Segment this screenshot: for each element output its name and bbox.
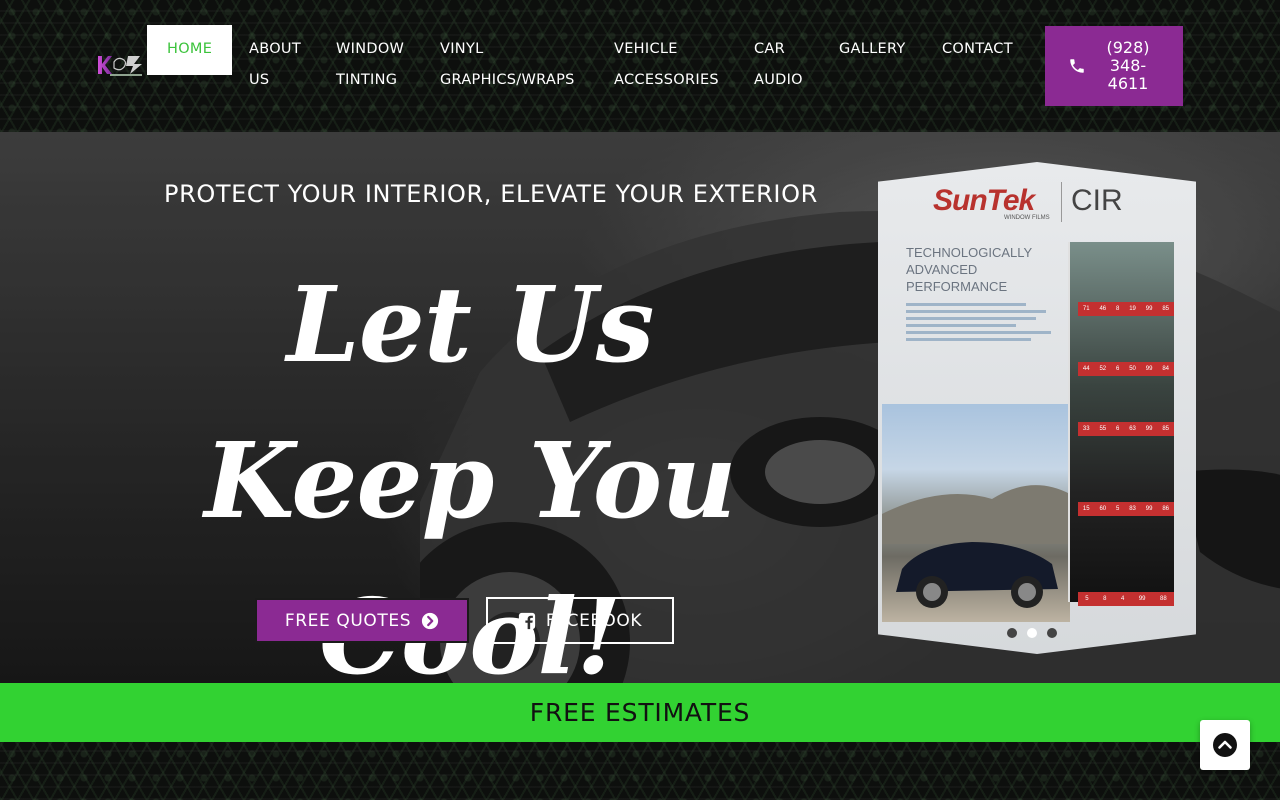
display-divider xyxy=(1061,182,1062,222)
nav-item-contact[interactable]: CONTACT xyxy=(942,25,1013,65)
display-tag: 33 55 6 63 99 85 xyxy=(1078,422,1174,436)
display-heading: TECHNOLOGICALLY ADVANCED PERFORMANCE xyxy=(906,245,1032,294)
display-photo xyxy=(882,404,1070,622)
phone-number: (928) 348-4611 xyxy=(1106,38,1150,93)
display-bullets xyxy=(906,300,1066,345)
display-tag: 15 60 5 83 99 86 xyxy=(1078,502,1174,516)
facebook-square-icon xyxy=(518,612,535,629)
nav-item-gallery[interactable]: GALLERY xyxy=(839,25,906,65)
slider-dots xyxy=(1007,628,1057,638)
facebook-button[interactable]: FACEBOOK xyxy=(486,597,674,644)
free-quotes-button[interactable]: FREE QUOTES xyxy=(255,598,469,643)
chevron-circle-right-icon xyxy=(421,612,439,629)
chevron-up-circle-icon xyxy=(1213,733,1237,757)
site-header: HOME ABOUT US WINDOW TINTING VINYL GRAPH… xyxy=(0,0,1280,132)
slider-dot-3[interactable] xyxy=(1047,628,1057,638)
free-estimates-banner[interactable]: FREE ESTIMATES xyxy=(0,683,1280,742)
nav-item-vehicle-accessories[interactable]: VEHICLE ACCESSORIES xyxy=(614,25,724,96)
free-quotes-label: FREE QUOTES xyxy=(284,610,412,631)
display-brand-sub: WINDOW FILMS xyxy=(1004,215,1050,221)
scroll-to-top-button[interactable] xyxy=(1200,720,1250,770)
phone-button[interactable]: (928) 348-4611 xyxy=(1045,26,1183,106)
nav-item-car-audio[interactable]: CAR AUDIO xyxy=(754,25,814,96)
display-tag: 44 52 6 50 99 84 xyxy=(1078,362,1174,376)
hero-section: PROTECT YOUR INTERIOR, ELEVATE YOUR EXTE… xyxy=(0,132,1280,683)
display-brand: SunTek xyxy=(933,184,1035,217)
display-tag: 5 8 4 99 88 xyxy=(1078,592,1174,606)
banner-label: FREE ESTIMATES xyxy=(529,698,751,727)
product-display-image: SunTek WINDOW FILMS CIR TECHNOLOGICALLY … xyxy=(878,162,1196,654)
nav-item-vinyl-graphics[interactable]: VINYL GRAPHICS/WRAPS xyxy=(440,25,590,96)
nav-item-home[interactable]: HOME xyxy=(147,25,233,75)
display-tag: 71 46 8 19 99 85 xyxy=(1078,302,1174,316)
facebook-label: FACEBOOK xyxy=(545,610,643,631)
hero-headline: Let Us Keep You Cool! xyxy=(204,263,737,683)
nav-item-about-us[interactable]: ABOUT US xyxy=(249,25,309,96)
slider-dot-2[interactable] xyxy=(1027,628,1037,638)
nav-item-window-tinting[interactable]: WINDOW TINTING xyxy=(336,25,416,96)
phone-icon xyxy=(1068,57,1086,75)
logo-graphic xyxy=(98,56,142,76)
hero-tagline: PROTECT YOUR INTERIOR, ELEVATE YOUR EXTE… xyxy=(164,180,818,208)
slider-dot-1[interactable] xyxy=(1007,628,1017,638)
site-logo[interactable] xyxy=(96,50,146,78)
display-product: CIR xyxy=(1071,184,1123,217)
footer-strip xyxy=(0,742,1280,800)
